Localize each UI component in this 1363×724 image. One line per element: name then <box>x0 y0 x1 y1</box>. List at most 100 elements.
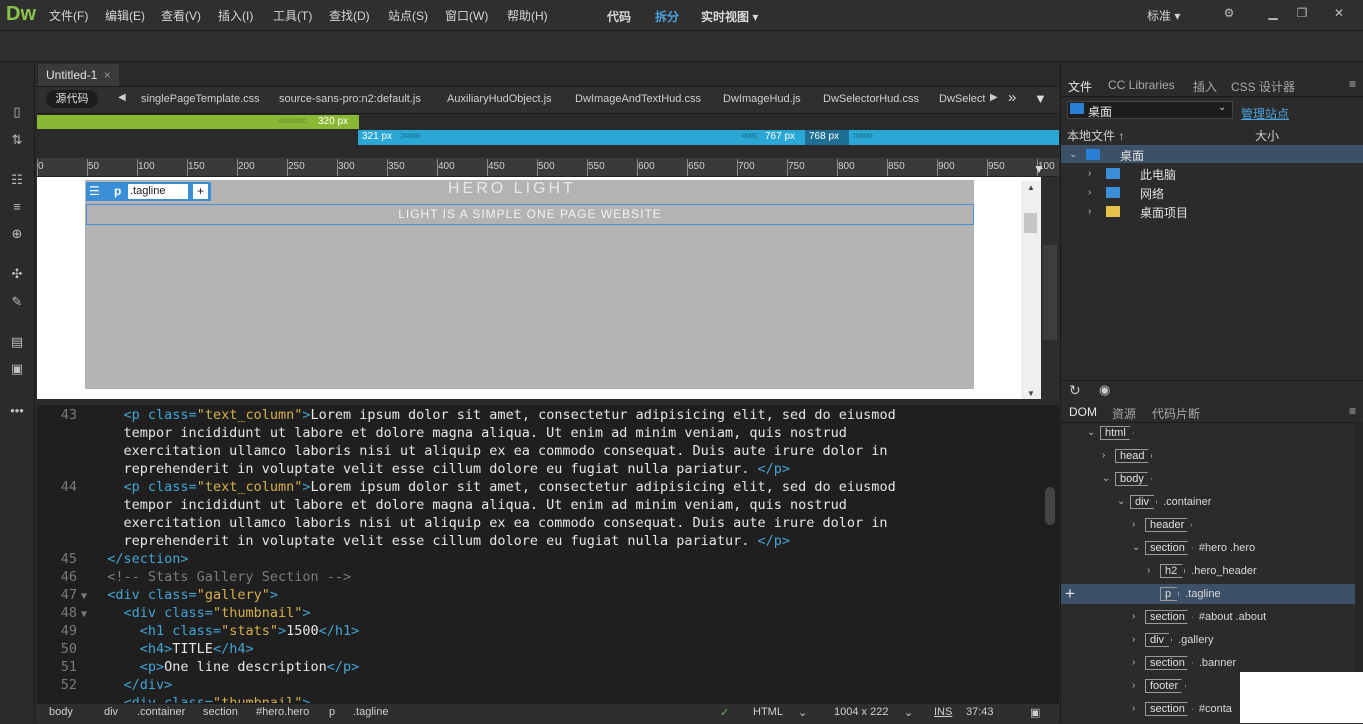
code-line[interactable]: 44 <p class="text_column">Lorem ipsum do… <box>37 478 896 496</box>
no-errors-icon[interactable]: ✓ <box>720 706 729 719</box>
more-files-icon[interactable]: » <box>1008 89 1016 106</box>
language-select[interactable]: HTML <box>753 706 783 718</box>
breadcrumb-item[interactable]: body <box>49 706 73 718</box>
dom-node[interactable]: p .tagline <box>1160 585 1221 603</box>
panel-tab[interactable]: 插入 <box>1193 78 1217 95</box>
scroll-down-arrow-icon[interactable]: ▼ <box>1027 389 1035 398</box>
code-line[interactable]: 51 <p>One line description</p> <box>37 658 360 676</box>
code-line[interactable]: exercitation ullamco laboris nisi ut ali… <box>37 514 888 532</box>
dom-expand-icon[interactable]: ⌄ <box>1087 427 1095 438</box>
code-line[interactable]: <div class="thumbnail"> <box>37 694 311 703</box>
code-editor[interactable]: 43 <p class="text_column">Lorem ipsum do… <box>37 405 1059 703</box>
panel-tab[interactable]: CC Libraries <box>1108 78 1175 92</box>
split-view-button[interactable]: 拆分 <box>655 8 679 25</box>
snippet-icon[interactable]: ▣ <box>8 360 26 378</box>
close-tab-icon[interactable]: × <box>104 68 111 82</box>
target-icon[interactable]: ⊕ <box>8 225 26 243</box>
code-line[interactable]: 47 ▼ <div class="gallery"> <box>37 586 278 604</box>
breadcrumb-item[interactable]: .container <box>137 706 185 718</box>
dom-panel-tab[interactable]: 资源 <box>1112 405 1136 422</box>
file-tree-item[interactable]: 网络 <box>1140 185 1164 202</box>
local-files-header[interactable]: 本地文件 ↑ <box>1067 127 1124 144</box>
tree-arrow-icon[interactable]: › <box>1088 187 1091 198</box>
tree-arrow-icon[interactable]: › <box>1088 206 1091 217</box>
comment-icon[interactable]: ▤ <box>8 333 26 351</box>
dom-expand-icon[interactable]: › <box>1132 611 1135 622</box>
related-file-tab[interactable]: singlePageTemplate.css <box>141 93 260 105</box>
code-line[interactable]: 43 <p class="text_column">Lorem ipsum do… <box>37 406 896 424</box>
file-tree-item[interactable]: 桌面项目 <box>1140 204 1188 221</box>
file-tree-item[interactable]: 桌面 <box>1120 147 1144 164</box>
dom-panel-tab[interactable]: DOM <box>1069 405 1097 419</box>
brush-icon[interactable]: ✎ <box>8 293 26 311</box>
menu-item[interactable]: 查找(D) <box>329 7 370 24</box>
dom-node[interactable]: section #conta <box>1145 700 1232 718</box>
menu-item[interactable]: 查看(V) <box>161 7 201 24</box>
tree-arrow-icon[interactable]: ⌄ <box>1069 149 1077 160</box>
insert-mode[interactable]: INS <box>934 706 952 718</box>
dom-node[interactable]: section #hero .hero <box>1145 539 1255 557</box>
site-dropdown-icon[interactable]: ⌄ <box>1218 102 1226 113</box>
dom-node[interactable]: footer <box>1145 677 1192 695</box>
menu-item[interactable]: 工具(T) <box>273 7 312 24</box>
size-header[interactable]: 大小 <box>1255 127 1279 144</box>
restore-button[interactable]: ❐ <box>1291 4 1313 22</box>
related-file-tab[interactable]: source-sans-pro:n2:default.js <box>279 93 421 105</box>
dom-expand-icon[interactable]: › <box>1132 519 1135 530</box>
dom-node[interactable]: div .container <box>1130 493 1211 511</box>
breadcrumb-item[interactable]: p <box>329 706 335 718</box>
live-view-scroll-thumb[interactable] <box>1024 213 1037 233</box>
dom-expand-icon[interactable]: › <box>1147 565 1150 576</box>
settings-icon[interactable]: ⚙ <box>1218 4 1240 22</box>
code-line[interactable]: 48 ▼ <div class="thumbnail"> <box>37 604 311 622</box>
language-dropdown-icon[interactable]: ⌄ <box>798 706 807 719</box>
dom-panel-tab[interactable]: 代码片断 <box>1152 405 1200 422</box>
code-line[interactable]: reprehenderit in voluptate velit esse ci… <box>37 532 790 550</box>
code-view-button[interactable]: 代码 <box>607 8 631 25</box>
menu-item[interactable]: 编辑(E) <box>105 7 145 24</box>
related-file-tab[interactable]: AuxiliaryHudObject.js <box>447 93 552 105</box>
related-file-tab[interactable]: DwSelect <box>939 93 985 105</box>
manage-sites-link[interactable]: 管理站点 <box>1241 105 1289 122</box>
code-line[interactable]: tempor incididunt ut labore et dolore ma… <box>37 496 847 514</box>
dom-expand-icon[interactable]: ⌄ <box>1102 473 1110 484</box>
related-file-tab[interactable]: DwImageHud.js <box>723 93 801 105</box>
code-line[interactable]: 46 <!-- Stats Gallery Section --> <box>37 568 351 586</box>
hud-menu-icon[interactable]: ☰ <box>89 184 100 198</box>
preview-icon[interactable]: ▣ <box>1030 706 1040 719</box>
workspace-switcher[interactable]: 标准 ▾ <box>1147 7 1180 24</box>
size-dropdown-icon[interactable]: ⌄ <box>904 706 913 719</box>
panel-tab[interactable]: CSS 设计器 <box>1231 78 1295 95</box>
tagline-text[interactable]: LIGHT IS A SIMPLE ONE PAGE WEBSITE <box>86 204 974 225</box>
related-file-tab[interactable]: DwSelectorHud.css <box>823 93 919 105</box>
menu-item[interactable]: 帮助(H) <box>507 7 548 24</box>
panel-menu-icon[interactable]: ≡ <box>1349 77 1356 91</box>
dom-expand-icon[interactable]: ⌄ <box>1132 542 1140 553</box>
window-size-select[interactable]: 1004 x 222 <box>834 706 888 718</box>
dom-expand-icon[interactable]: › <box>1132 634 1135 645</box>
dom-node[interactable]: h2 .hero_header <box>1160 562 1257 580</box>
add-element-icon[interactable]: + <box>1065 584 1075 604</box>
dom-expand-icon[interactable]: › <box>1132 657 1135 668</box>
hud-class-field[interactable]: .tagline <box>128 184 188 199</box>
dom-node[interactable]: section .banner <box>1145 654 1236 672</box>
breadcrumb-item[interactable]: div <box>104 706 118 718</box>
dom-node[interactable]: body <box>1115 470 1158 488</box>
sort-icon[interactable]: ⇅ <box>8 131 26 149</box>
breadcrumb-item[interactable]: .tagline <box>353 706 388 718</box>
code-line[interactable]: reprehenderit in voluptate velit esse ci… <box>37 460 790 478</box>
connect-icon[interactable]: ◉ <box>1099 382 1110 398</box>
more-icon[interactable]: ••• <box>8 402 26 420</box>
document-tab[interactable]: Untitled-1 × <box>38 64 119 86</box>
file-tree-item[interactable]: 此电脑 <box>1140 166 1176 183</box>
tree-arrow-icon[interactable]: › <box>1088 168 1091 179</box>
dom-node[interactable]: html <box>1100 424 1140 442</box>
minimize-button[interactable]: ▁ <box>1262 4 1284 22</box>
dom-node[interactable]: section #about .about <box>1145 608 1266 626</box>
menu-item[interactable]: 插入(I) <box>218 7 253 24</box>
menu-item[interactable]: 窗口(W) <box>445 7 488 24</box>
filter-icon[interactable]: ▼ <box>1034 91 1047 106</box>
hud-add-class-button[interactable]: + <box>193 184 208 199</box>
dom-expand-icon[interactable]: › <box>1102 450 1105 461</box>
inspect-icon[interactable]: ☷ <box>8 171 26 189</box>
